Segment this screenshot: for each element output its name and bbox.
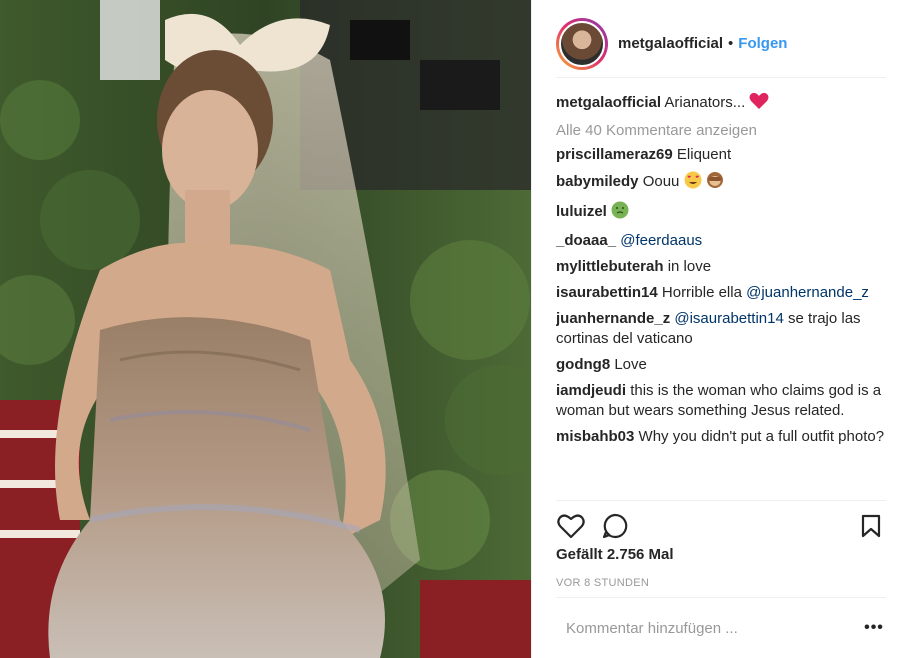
caption-text: Arianators... bbox=[664, 94, 746, 111]
header-username[interactable]: metgalaofficial bbox=[618, 35, 723, 52]
comment-username[interactable]: godng8 bbox=[556, 356, 610, 373]
comment-item: godng8 Love bbox=[556, 355, 886, 375]
caption-username[interactable]: metgalaofficial bbox=[556, 94, 661, 111]
comment-username[interactable]: juanhernande_z bbox=[556, 310, 670, 327]
comment-username[interactable]: isaurabettin14 bbox=[556, 284, 658, 301]
likes-count[interactable]: Gefällt 2.756 Mal bbox=[556, 546, 674, 563]
comment-text: Love bbox=[614, 356, 647, 373]
speech-bubble-icon[interactable] bbox=[600, 511, 630, 541]
post-side-panel: metgalaofficial • Folgen metgalaofficial… bbox=[531, 0, 900, 658]
comment-username[interactable]: _doaaa_ bbox=[556, 232, 616, 249]
comment-username[interactable]: priscillameraz69 bbox=[556, 146, 673, 163]
caption: metgalaofficial Arianators... bbox=[556, 92, 886, 116]
follow-button[interactable]: Folgen bbox=[738, 35, 787, 52]
comment-username[interactable]: iamdjeudi bbox=[556, 382, 626, 399]
action-bar bbox=[556, 500, 886, 550]
comment-text: Why you didn't put a full outfit photo? bbox=[638, 428, 885, 445]
comment-text: Eliquent bbox=[676, 146, 732, 163]
comment-item: priscillameraz69 Eliquent bbox=[556, 145, 886, 165]
comment-item: luluizel bbox=[556, 201, 886, 225]
see-no-evil-monkey-emoji bbox=[706, 171, 724, 195]
comment-mention[interactable]: @juanhernande_z bbox=[746, 284, 869, 301]
comment-text: Oouu bbox=[642, 173, 680, 190]
comment-input[interactable] bbox=[566, 619, 862, 637]
comment-item: juanhernande_z @isaurabettin14 se trajo … bbox=[556, 309, 886, 349]
comment-text: in love bbox=[667, 258, 712, 275]
post-photo[interactable] bbox=[0, 0, 531, 658]
comment-item: iamdjeudi this is the woman who claims g… bbox=[556, 381, 886, 421]
comment-item: _doaaa_ @feerdaaus bbox=[556, 231, 886, 251]
comment-item: babymiledy Oouu bbox=[556, 171, 886, 195]
post-timestamp[interactable]: VOR 8 STUNDEN bbox=[556, 577, 649, 589]
more-options-icon[interactable]: ••• bbox=[862, 618, 886, 638]
comment-item: isaurabettin14 Horrible ella @juanhernan… bbox=[556, 283, 886, 303]
photo-illustration bbox=[0, 0, 531, 658]
comment-mention[interactable]: @feerdaaus bbox=[620, 232, 702, 249]
comment-item: mylittlebuterah in love bbox=[556, 257, 886, 277]
comment-username[interactable]: misbahb03 bbox=[556, 428, 634, 445]
red-heart-emoji bbox=[749, 92, 769, 116]
instagram-post: metgalaofficial • Folgen metgalaofficial… bbox=[0, 0, 900, 658]
comment-item: misbahb03 Why you didn't put a full outf… bbox=[556, 427, 886, 447]
avatar[interactable] bbox=[559, 20, 605, 67]
bookmark-icon[interactable] bbox=[856, 511, 886, 541]
comment-text: Horrible ella bbox=[661, 284, 742, 301]
comment-mention[interactable]: @isaurabettin14 bbox=[674, 310, 783, 327]
post-header: metgalaofficial • Folgen bbox=[556, 10, 886, 78]
nauseated-face-emoji bbox=[611, 201, 629, 225]
comment-username[interactable]: luluizel bbox=[556, 203, 607, 220]
comment-username[interactable]: babymiledy bbox=[556, 173, 639, 190]
heart-eyes-emoji bbox=[684, 171, 702, 195]
comment-username[interactable]: mylittlebuterah bbox=[556, 258, 664, 275]
heart-icon[interactable] bbox=[556, 511, 586, 541]
view-all-comments-link[interactable]: Alle 40 Kommentare anzeigen bbox=[556, 122, 886, 139]
avatar-story-ring[interactable] bbox=[556, 17, 608, 70]
comments-section[interactable]: metgalaofficial Arianators... Alle 40 Ko… bbox=[556, 80, 886, 500]
header-separator: • bbox=[728, 35, 734, 52]
add-comment-bar: ••• bbox=[556, 597, 886, 658]
